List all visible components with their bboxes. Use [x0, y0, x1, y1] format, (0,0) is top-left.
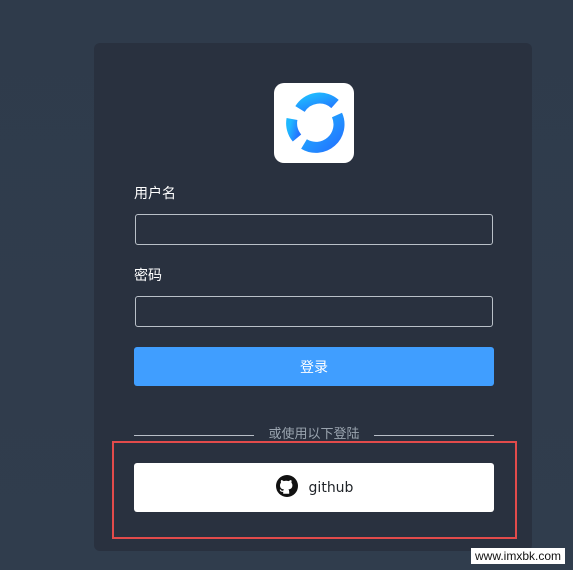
login-button[interactable]: 登录 — [134, 347, 494, 386]
divider-left-line — [134, 435, 254, 436]
github-icon — [275, 474, 299, 502]
username-input[interactable] — [135, 214, 493, 245]
github-login-button[interactable]: github — [134, 463, 494, 512]
app-logo-icon — [274, 83, 354, 163]
login-page: 用户名 密码 登录 或使用以下登陆 github www.imxbk.com — [0, 0, 573, 570]
divider-right-line — [374, 435, 494, 436]
divider-text: 或使用以下登陆 — [268, 427, 360, 442]
login-card: 用户名 密码 登录 或使用以下登陆 github — [94, 43, 532, 551]
password-label: 密码 — [134, 268, 162, 284]
github-button-label: github — [308, 479, 354, 496]
watermark: www.imxbk.com — [470, 548, 565, 564]
password-input[interactable] — [135, 296, 493, 327]
username-label: 用户名 — [134, 186, 176, 202]
social-login-divider: 或使用以下登陆 — [134, 426, 494, 444]
